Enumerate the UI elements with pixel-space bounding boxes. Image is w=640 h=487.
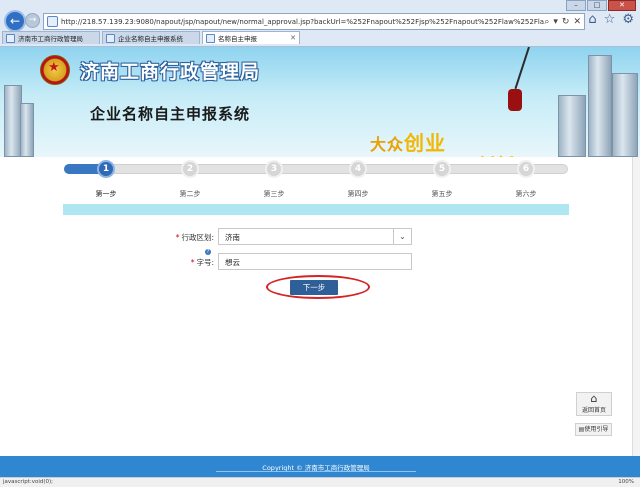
favorites-star-icon[interactable]: ☆ [604,12,616,27]
step-4-label: 第四步 [347,190,369,198]
address-url[interactable]: http://218.57.139.23:9080/napout/jsp/nap… [61,18,544,26]
region-label: * 行政区划: [175,233,214,242]
tab-favicon-icon [106,33,115,43]
red-annotation-circle [266,275,370,299]
region-select[interactable]: 济南 ⌄ [218,228,412,245]
home-icon[interactable]: ⌂ [588,12,596,27]
help-icon[interactable]: ? [205,249,211,255]
step-2-marker: 2 [181,160,199,178]
slogan-entrepreneurship: 大众创业 [370,131,447,155]
window-controls: – □ ✕ [566,0,636,11]
step-1-label: 第一步 [95,190,117,198]
browser-chrome: – □ ✕ ← → http://218.57.139.23:9080/napo… [0,0,640,47]
chevron-down-icon[interactable]: ⌄ [393,229,411,244]
page-favicon-icon [47,16,58,27]
settings-gear-icon[interactable]: ⚙ [622,12,634,27]
national-emblem-icon [40,55,70,85]
step-2-label: 第二步 [179,190,201,198]
building-illustration [612,73,638,157]
step-4-marker: 4 [349,160,367,178]
status-text: javascript:void(0); [3,479,53,485]
climber-illustration [508,89,522,111]
step-3-marker: 3 [265,160,283,178]
section-divider-bar [63,204,569,215]
header-banner: 济南工商行政管理局 企业名称自主申报系统 大众创业 万众创新 [0,47,640,157]
step-progress-track [64,164,568,174]
forward-arrow-icon[interactable]: → [25,13,40,28]
trade-name-label: * 字号: [190,258,214,267]
page-scrollbar[interactable] [632,157,640,456]
step-6-marker: 6 [517,160,535,178]
tab-close-icon[interactable]: ✕ [290,34,296,42]
rope-illustration [514,47,530,90]
home-icon: ⌂ [590,392,598,405]
close-window-icon[interactable]: ✕ [608,0,636,11]
stop-icon[interactable]: ✕ [573,17,581,27]
tab-jinan-aic[interactable]: 济南市工商行政管理局 [2,31,100,44]
tab-strip: 济南市工商行政管理局 企业名称自主申报系统 名称自主申报 ✕ [0,31,640,45]
page-footer: Copyright © 济南市工商行政管理局 [0,456,640,477]
minimize-icon[interactable]: – [566,0,586,11]
building-illustration [588,55,612,157]
back-to-home-button[interactable]: ⌂ 返回首页 [576,392,612,416]
step-3-label: 第三步 [263,190,285,198]
dropdown-chevron-icon[interactable]: ▾ [553,17,558,27]
tab-name-declare[interactable]: 名称自主申报 ✕ [202,31,300,44]
tab-favicon-icon [206,33,215,43]
org-name: 济南工商行政管理局 [80,61,261,83]
user-guide-button[interactable]: ▤使用引导 [575,423,612,436]
building-illustration [558,95,586,157]
back-arrow-icon[interactable]: ← [4,10,26,32]
maximize-icon[interactable]: □ [587,0,607,11]
tab-favicon-icon [6,33,15,43]
refresh-icon[interactable]: ↻ [562,17,570,27]
trade-name-input[interactable]: 想云 [218,253,412,270]
building-illustration [20,103,34,157]
step-5-marker: 5 [433,160,451,178]
footer-divider [216,471,416,472]
system-title: 企业名称自主申报系统 [90,105,251,123]
zoom-level[interactable]: 100% [618,479,634,485]
step-6-label: 第六步 [515,190,537,198]
search-icon[interactable]: ⌕ [544,17,549,27]
slogan-innovation: 万众创新 [446,151,516,157]
tab-name-system[interactable]: 企业名称自主申报系统 [102,31,200,44]
step-1-marker: 1 [97,160,115,178]
step-5-label: 第五步 [431,190,453,198]
address-bar[interactable]: http://218.57.139.23:9080/napout/jsp/nap… [43,13,585,30]
